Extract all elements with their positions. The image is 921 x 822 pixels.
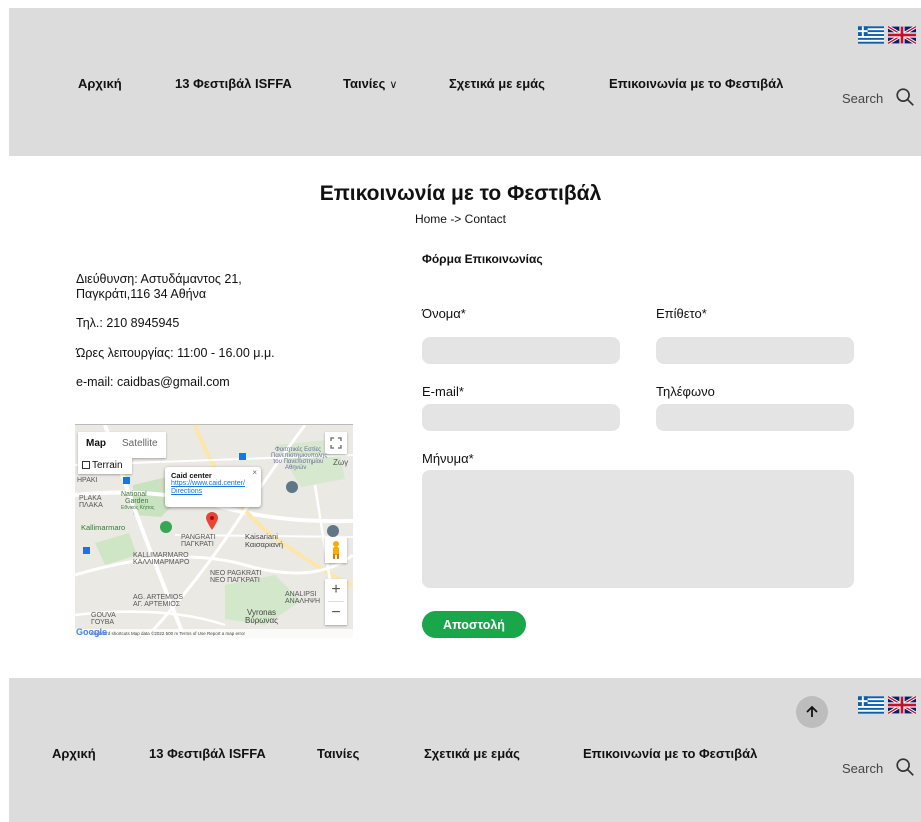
map-label-neo-pagkrati-gr: ΝΕΟ ΠΑΓΚΡΑΤΙ [210, 577, 260, 584]
phone-label: Τηλέφωνο [656, 384, 715, 399]
map-label-kallimarmaro-area-gr: ΚΑΛΛΙΜΑΡΜΑΡΟ [133, 559, 190, 566]
scroll-to-top-button[interactable] [796, 696, 828, 728]
map-label-hpaki: ΗΡΑΚΙ [77, 477, 98, 484]
footer-nav-contact[interactable]: Επικοινωνία με το Φεστιβάλ [583, 746, 757, 761]
map-label-analipsi-gr: ΑΝΑΛΗΨΗ [285, 598, 321, 605]
map-label-kallimarmaro-area: KALLIMARMARO [133, 552, 189, 559]
email-label: E-mail* [422, 384, 464, 399]
address-line-1: Διεύθυνση: Αστυδάμαντος 21, [76, 272, 242, 286]
flag-greece-icon[interactable] [858, 26, 884, 44]
map-type-control: Map Satellite [78, 432, 166, 458]
map-info-window: Caid center https://www.caid.center/ Dir… [165, 467, 261, 507]
flag-greece-icon[interactable] [858, 696, 884, 714]
search-icon[interactable] [894, 86, 916, 108]
first-name-field[interactable] [422, 337, 620, 364]
last-name-field[interactable] [656, 337, 854, 364]
footer-nav-films[interactable]: Ταινίες [317, 746, 359, 761]
map-popup-directions[interactable]: Directions [171, 488, 255, 496]
zoom-in-button[interactable]: + [325, 579, 347, 601]
nav-films-label: Ταινίες [343, 76, 386, 91]
map-label-national-garden: National [121, 491, 147, 498]
terrain-label: Terrain [92, 460, 123, 471]
breadcrumb[interactable]: Home -> Contact [0, 212, 921, 226]
chevron-down-icon: ∨ [389, 79, 398, 91]
email-field[interactable] [422, 404, 620, 431]
search-icon[interactable] [894, 756, 916, 778]
address-line-2: Παγκράτι,116 34 Αθήνα [76, 287, 207, 301]
footer-search-label[interactable]: Search [842, 761, 883, 776]
map-label-gouva: GOUVA [91, 612, 116, 619]
footer-nav-home[interactable]: Αρχική [52, 746, 96, 761]
map-label-gouva-gr: ΓΟΥΒΑ [91, 619, 115, 626]
map-label-plaka: PLAKA [79, 495, 102, 502]
form-heading: Φόρμα Επικοινωνίας [422, 252, 543, 266]
map-label-ag-artemios: AG. ARTEMIOS [133, 594, 184, 601]
map-label-faculty-4: Αθηνών [285, 465, 307, 471]
zoom-out-button[interactable]: − [325, 602, 347, 624]
map-attribution: Keyboard shortcuts Map data ©2022 500 m … [75, 629, 353, 638]
fullscreen-button[interactable] [325, 432, 347, 454]
google-map[interactable]: Map Satellite Terrain Caid center https:… [75, 424, 353, 638]
page-title: Επικοινωνία με το Φεστιβάλ [319, 182, 602, 205]
map-pin-icon[interactable] [206, 512, 218, 530]
map-tab-satellite[interactable]: Satellite [114, 432, 166, 458]
map-label-vyronas-gr: Βύρωνας [245, 616, 278, 625]
phone-text: Τηλ.: 210 8945945 [76, 316, 180, 330]
map-label-kaisariani-gr: Καισαριανή [245, 540, 284, 549]
terrain-checkbox[interactable]: Terrain [78, 458, 132, 474]
submit-button[interactable]: Αποστολή [422, 611, 526, 638]
nav-festival[interactable]: 13 Φεστιβάλ ISFFA [175, 76, 292, 91]
map-label-national-garden-2: Garden [125, 498, 149, 505]
map-popup-title: Caid center [171, 471, 212, 480]
footer-nav-festival[interactable]: 13 Φεστιβάλ ISFFA [149, 746, 266, 761]
footer-nav-about[interactable]: Σχετικά με εμάς [424, 746, 520, 761]
map-popup-link[interactable]: https://www.caid.center/ [171, 480, 255, 488]
fullscreen-icon [330, 437, 342, 449]
map-label-neo-pagkrati: NEO PAGKRATI [210, 570, 262, 577]
nav-about[interactable]: Σχετικά με εμάς [449, 76, 545, 91]
zoom-control: + − [325, 579, 347, 625]
map-label-plaka-gr: ΠΛΑΚΑ [79, 502, 103, 509]
phone-field[interactable] [656, 404, 854, 431]
hours-text: Ώρες λειτουργίας: 11:00 - 16.00 μ.μ. [76, 346, 275, 360]
nav-contact[interactable]: Επικοινωνία με το Φεστιβάλ [609, 76, 783, 91]
message-label: Μήνυμα* [422, 451, 474, 466]
map-label-kallimarmaro: Kallimarmaro [81, 523, 126, 532]
google-logo: Google [76, 627, 107, 637]
map-label-pangrati: PANGRATI [181, 534, 216, 541]
email-text[interactable]: e-mail: caidbas@gmail.com [76, 376, 230, 389]
flag-uk-icon[interactable] [888, 696, 916, 714]
street-view-button[interactable] [325, 537, 347, 563]
arrow-up-icon [806, 705, 818, 717]
map-label-ag-artemios-gr: ΑΓ. ΑΡΤΕΜΙΟΣ [133, 601, 181, 608]
checkbox-icon [82, 461, 90, 470]
flag-uk-icon[interactable] [888, 26, 916, 44]
nav-home[interactable]: Αρχική [78, 76, 122, 91]
nav-films[interactable]: Ταινίες ∨ [343, 76, 397, 91]
message-field[interactable] [422, 470, 854, 588]
map-tab-map[interactable]: Map [78, 432, 114, 458]
map-label-pangrati-gr: ΠΑΓΚΡΑΤΙ [181, 541, 214, 548]
pegman-icon [333, 541, 339, 559]
map-label-analipsi: ANALIPSI [285, 591, 317, 598]
map-label-zog: Ζωγ [333, 458, 349, 467]
close-icon[interactable]: × [252, 469, 257, 477]
header-search-label[interactable]: Search [842, 91, 883, 106]
map-label-national-garden-gr: Εθνικός Κήπος [121, 505, 155, 511]
last-name-label: Επίθετο* [656, 306, 707, 321]
first-name-label: Όνομα* [422, 306, 466, 321]
